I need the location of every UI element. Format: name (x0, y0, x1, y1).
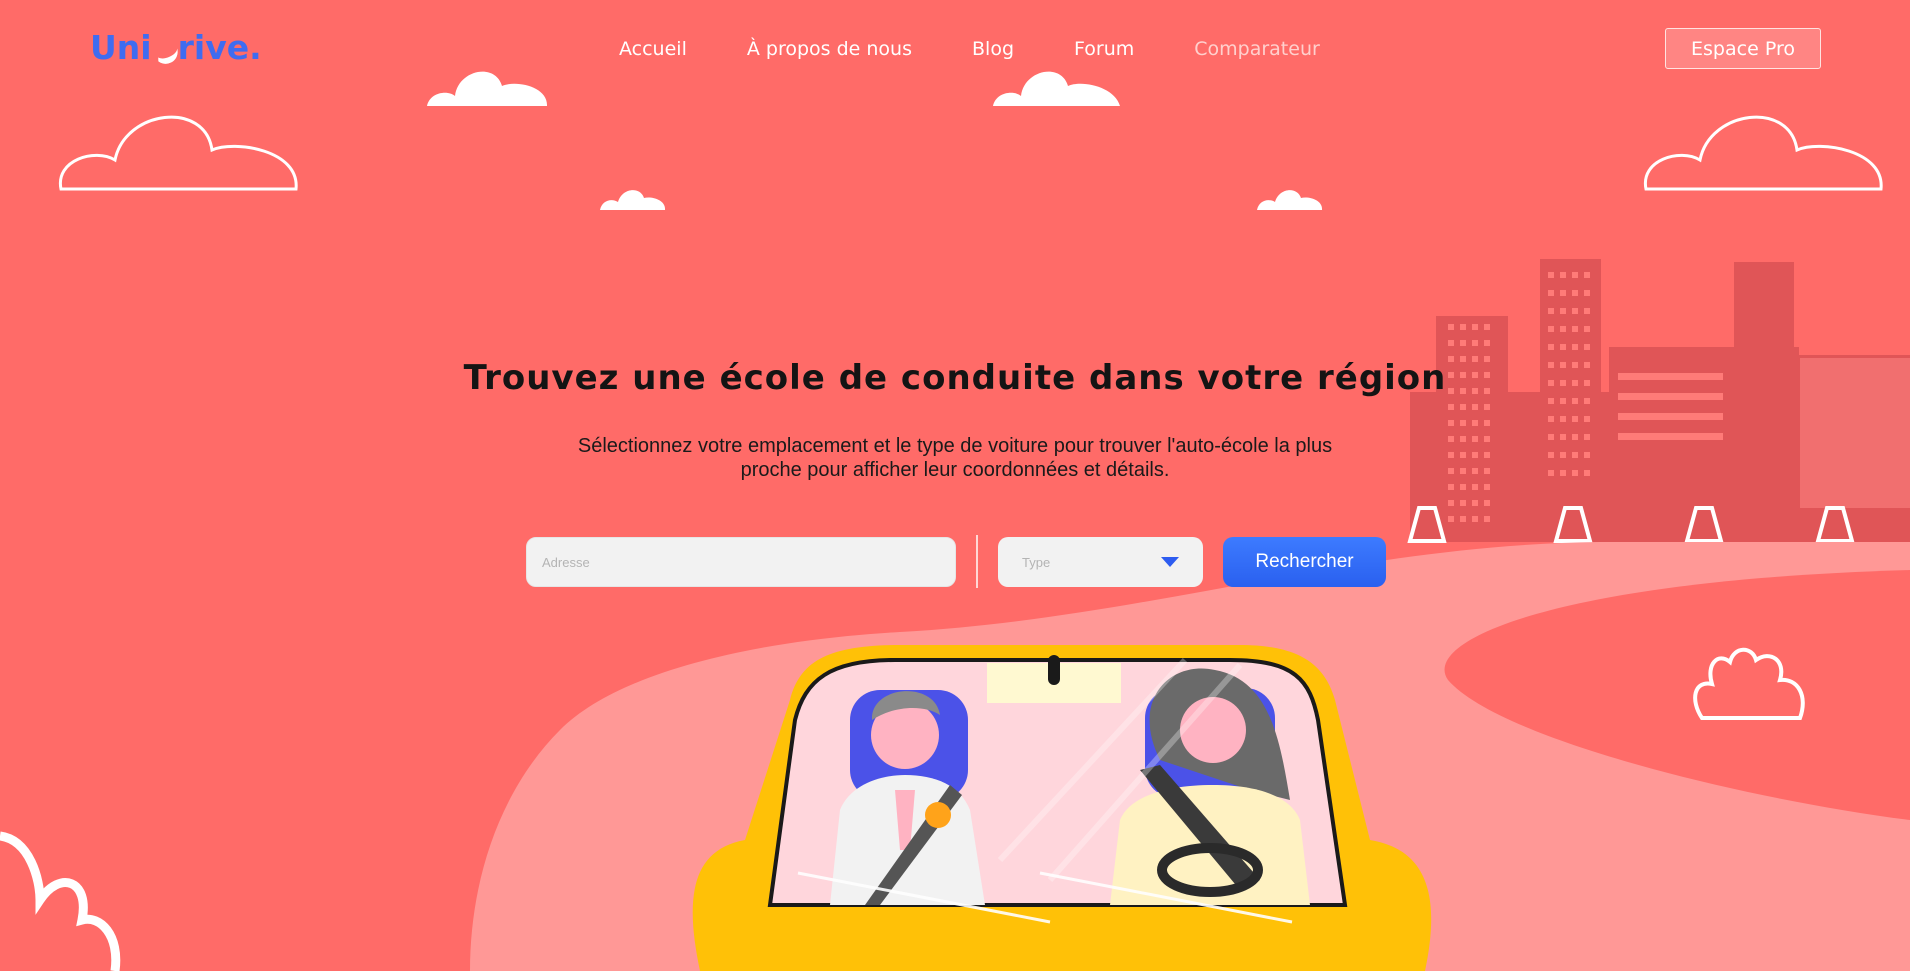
search-button[interactable]: Rechercher (1223, 537, 1386, 587)
nav-item-accueil[interactable]: Accueil (619, 38, 687, 60)
type-select-placeholder: Type (1022, 554, 1051, 570)
brand-name-part1: Uni (90, 28, 152, 67)
dropdown-caret-icon (1161, 557, 1179, 567)
search-divider (976, 535, 978, 588)
brand-logo[interactable]: Uni rive. (90, 28, 262, 67)
espace-pro-button[interactable]: Espace Pro (1665, 28, 1821, 69)
nav-item-comparateur[interactable]: Comparateur (1194, 38, 1320, 60)
address-input[interactable] (526, 537, 956, 587)
cloud-icon (59, 115, 1883, 191)
main-nav: Accueil À propos de nous Blog Forum Comp… (619, 38, 1380, 60)
brand-name-part2: rive. (177, 28, 262, 67)
nav-item-blog[interactable]: Blog (972, 38, 1014, 60)
nav-item-forum[interactable]: Forum (1074, 38, 1134, 60)
hero-title: Trouvez une école de conduite dans votre… (463, 358, 1447, 398)
logo-swoosh-icon (148, 32, 181, 67)
car-illustration (692, 645, 1432, 971)
hero-illustration (0, 71, 1910, 971)
nav-item-a-propos[interactable]: À propos de nous (747, 38, 912, 60)
type-select[interactable]: Type (998, 537, 1203, 587)
hero-subtitle: Sélectionnez votre emplacement et le typ… (577, 435, 1333, 481)
